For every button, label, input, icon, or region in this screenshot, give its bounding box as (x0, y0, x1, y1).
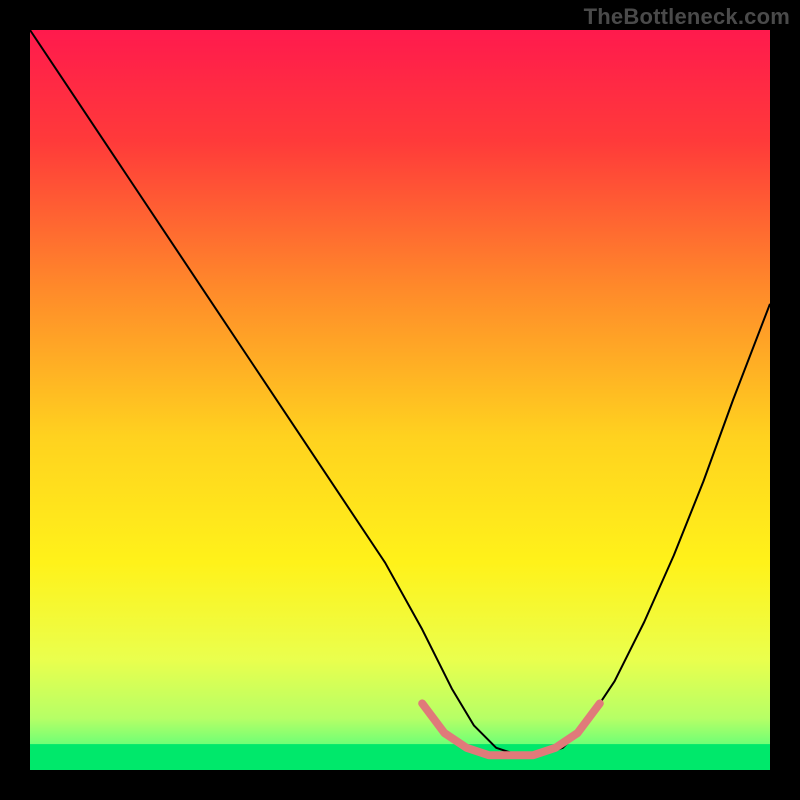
chart-frame: TheBottleneck.com (0, 0, 800, 800)
watermark-text: TheBottleneck.com (584, 4, 790, 30)
bottleneck-chart (0, 0, 800, 800)
